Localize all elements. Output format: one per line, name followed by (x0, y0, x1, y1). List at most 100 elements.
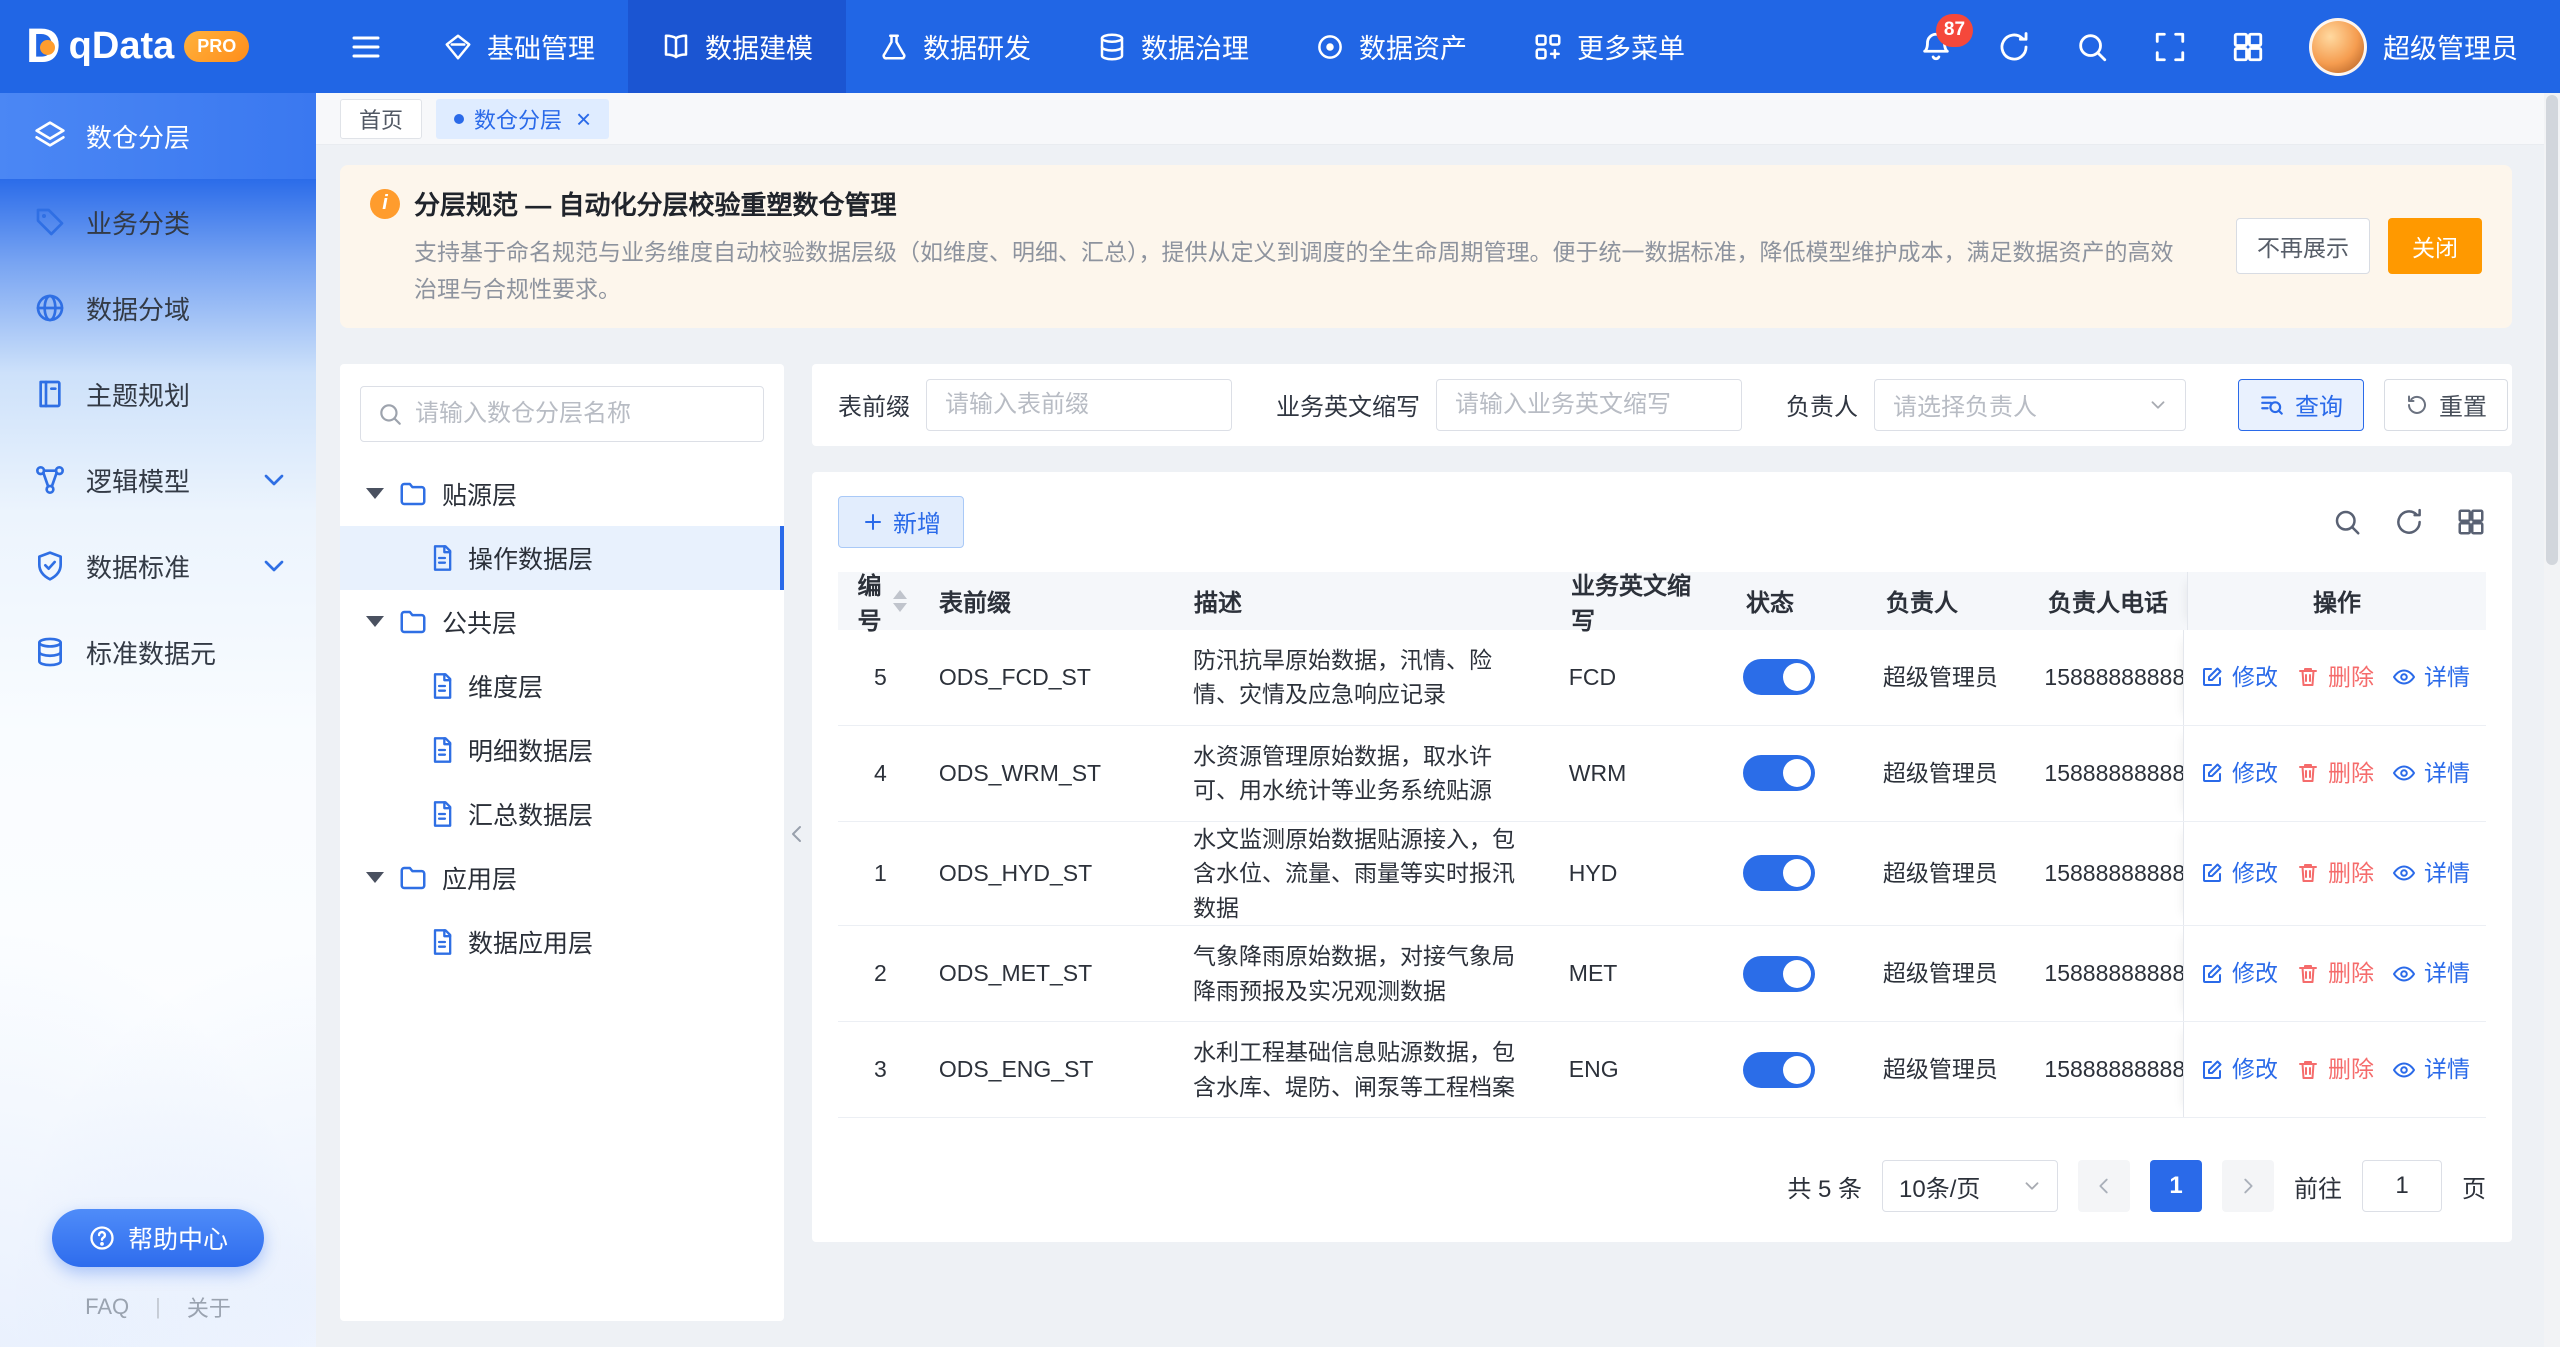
tree-node-detail-layer[interactable]: 明细数据层 (340, 718, 784, 782)
detail-button[interactable]: 详情 (2392, 1052, 2470, 1087)
header-id[interactable]: 编号 (838, 572, 923, 630)
caret-down-icon[interactable] (366, 872, 384, 883)
detail-button[interactable]: 详情 (2392, 856, 2470, 891)
abbr-filter-input[interactable] (1436, 379, 1742, 431)
tree-node-app-layer[interactable]: 应用层 (340, 846, 784, 910)
tree-search-input[interactable] (415, 400, 747, 428)
status-toggle[interactable] (1743, 956, 1815, 992)
trash-icon (2296, 665, 2320, 689)
delete-label: 删除 (2328, 660, 2374, 695)
next-page-button[interactable] (2222, 1160, 2274, 1212)
tree-node-data-app-layer[interactable]: 数据应用层 (340, 910, 784, 974)
notebook-icon (34, 378, 66, 410)
prefix-filter-input[interactable] (926, 379, 1232, 431)
help-center-button[interactable]: 帮助中心 (52, 1209, 264, 1267)
tree-node-common-layer[interactable]: 公共层 (340, 590, 784, 654)
table-search-button[interactable] (2332, 507, 2362, 537)
delete-button[interactable]: 删除 (2296, 756, 2374, 791)
detail-label: 详情 (2424, 660, 2470, 695)
scrollbar-thumb[interactable] (2546, 95, 2558, 565)
table-row: 3 ODS_ENG_ST 水利工程基础信息贴源数据，包含水库、堤防、闸泵等工程档… (838, 1022, 2486, 1118)
reset-button[interactable]: 重置 (2384, 379, 2508, 431)
nav-item-basic-management[interactable]: 基础管理 (410, 0, 628, 93)
detail-button[interactable]: 详情 (2392, 660, 2470, 695)
detail-label: 详情 (2424, 856, 2470, 891)
column-settings-button[interactable] (2456, 507, 2486, 537)
banner-close-button[interactable]: 关闭 (2388, 218, 2482, 274)
sort-icons[interactable] (893, 590, 907, 612)
faq-link[interactable]: FAQ (85, 1294, 129, 1320)
dismiss-button[interactable]: 不再展示 (2236, 218, 2370, 274)
cell-abbr: FCD (1553, 630, 1727, 725)
tree-node-source-layer[interactable]: 贴源层 (340, 462, 784, 526)
fullscreen-button[interactable] (2153, 30, 2187, 64)
caret-down-icon[interactable] (366, 616, 384, 627)
global-search-button[interactable] (2075, 30, 2109, 64)
edit-icon (2200, 665, 2224, 689)
sidebar-item-business-category[interactable]: 业务分类 (0, 179, 316, 265)
table-refresh-button[interactable] (2394, 507, 2424, 537)
nav-item-data-modeling[interactable]: 数据建模 (628, 0, 846, 93)
prev-page-button[interactable] (2078, 1160, 2130, 1212)
delete-button[interactable]: 删除 (2296, 956, 2374, 991)
brand-logo[interactable]: D qData PRO (0, 23, 316, 71)
delete-button[interactable]: 删除 (2296, 660, 2374, 695)
tree-node-dimension-layer[interactable]: 维度层 (340, 654, 784, 718)
tree-node-label: 公共层 (442, 604, 517, 640)
page-scrollbar[interactable] (2544, 93, 2560, 1347)
sidebar-item-label: 数据标准 (86, 548, 190, 585)
edit-button[interactable]: 修改 (2200, 956, 2278, 991)
edit-button[interactable]: 修改 (2200, 856, 2278, 891)
tree-node-ods-layer[interactable]: 操作数据层 (340, 526, 784, 590)
nav-item-label: 更多菜单 (1577, 27, 1685, 66)
edit-button[interactable]: 修改 (2200, 756, 2278, 791)
nav-item-label: 数据建模 (705, 27, 813, 66)
detail-button[interactable]: 详情 (2392, 956, 2470, 991)
tree-collapse-handle[interactable] (784, 804, 810, 864)
current-page-button[interactable]: 1 (2150, 1160, 2202, 1212)
hamburger-menu-icon[interactable] (348, 29, 384, 65)
goto-page-input[interactable] (2362, 1160, 2442, 1212)
refresh-button[interactable] (1997, 30, 2031, 64)
status-toggle[interactable] (1743, 755, 1815, 791)
nav-item-data-assets[interactable]: 数据资产 (1282, 0, 1500, 93)
query-button-label: 查询 (2295, 387, 2343, 422)
tree-node-summary-layer[interactable]: 汇总数据层 (340, 782, 784, 846)
status-toggle[interactable] (1743, 855, 1815, 891)
apps-button[interactable] (2231, 30, 2265, 64)
user-menu[interactable]: 超级管理员 (2309, 18, 2518, 76)
status-toggle[interactable] (1743, 659, 1815, 695)
detail-button[interactable]: 详情 (2392, 756, 2470, 791)
notification-button[interactable]: 87 (1919, 30, 1953, 64)
sidebar-item-topic-planning[interactable]: 主题规划 (0, 351, 316, 437)
delete-button[interactable]: 删除 (2296, 856, 2374, 891)
plus-icon (861, 510, 885, 534)
page-size-select[interactable]: 10条/页 (1882, 1160, 2058, 1212)
owner-filter-select[interactable]: 请选择负责人 (1874, 379, 2186, 431)
status-toggle[interactable] (1743, 1052, 1815, 1088)
tab-close-icon[interactable]: × (576, 106, 591, 132)
caret-down-icon[interactable] (366, 488, 384, 499)
cell-actions: 修改 删除 详情 (2183, 630, 2486, 725)
add-button[interactable]: 新增 (838, 496, 964, 548)
sidebar-item-logic-model[interactable]: 逻辑模型 (0, 437, 316, 523)
tab-warehouse-layers[interactable]: 数仓分层 × (436, 99, 609, 139)
sidebar-item-standard-data-element[interactable]: 标准数据元 (0, 609, 316, 695)
nav-item-more-menu[interactable]: 更多菜单 (1500, 0, 1718, 93)
table-row: 5 ODS_FCD_ST 防汛抗旱原始数据，汛情、险情、灾情及应急响应记录 FC… (838, 630, 2486, 726)
delete-button[interactable]: 删除 (2296, 1052, 2374, 1087)
edit-button[interactable]: 修改 (2200, 1052, 2278, 1087)
header-status: 状态 (1730, 572, 1870, 630)
sidebar-item-data-standard[interactable]: 数据标准 (0, 523, 316, 609)
query-button[interactable]: 查询 (2238, 379, 2364, 431)
edit-button[interactable]: 修改 (2200, 660, 2278, 695)
cell-prefix: ODS_ENG_ST (923, 1022, 1177, 1117)
nav-item-data-rd[interactable]: 数据研发 (846, 0, 1064, 93)
sidebar-item-data-domain[interactable]: 数据分域 (0, 265, 316, 351)
tab-label: 首页 (359, 103, 403, 135)
info-icon: i (370, 189, 400, 219)
tab-home[interactable]: 首页 (340, 99, 422, 139)
sidebar-item-warehouse-layers[interactable]: 数仓分层 (0, 93, 316, 179)
about-link[interactable]: 关于 (187, 1291, 231, 1323)
nav-item-data-governance[interactable]: 数据治理 (1064, 0, 1282, 93)
